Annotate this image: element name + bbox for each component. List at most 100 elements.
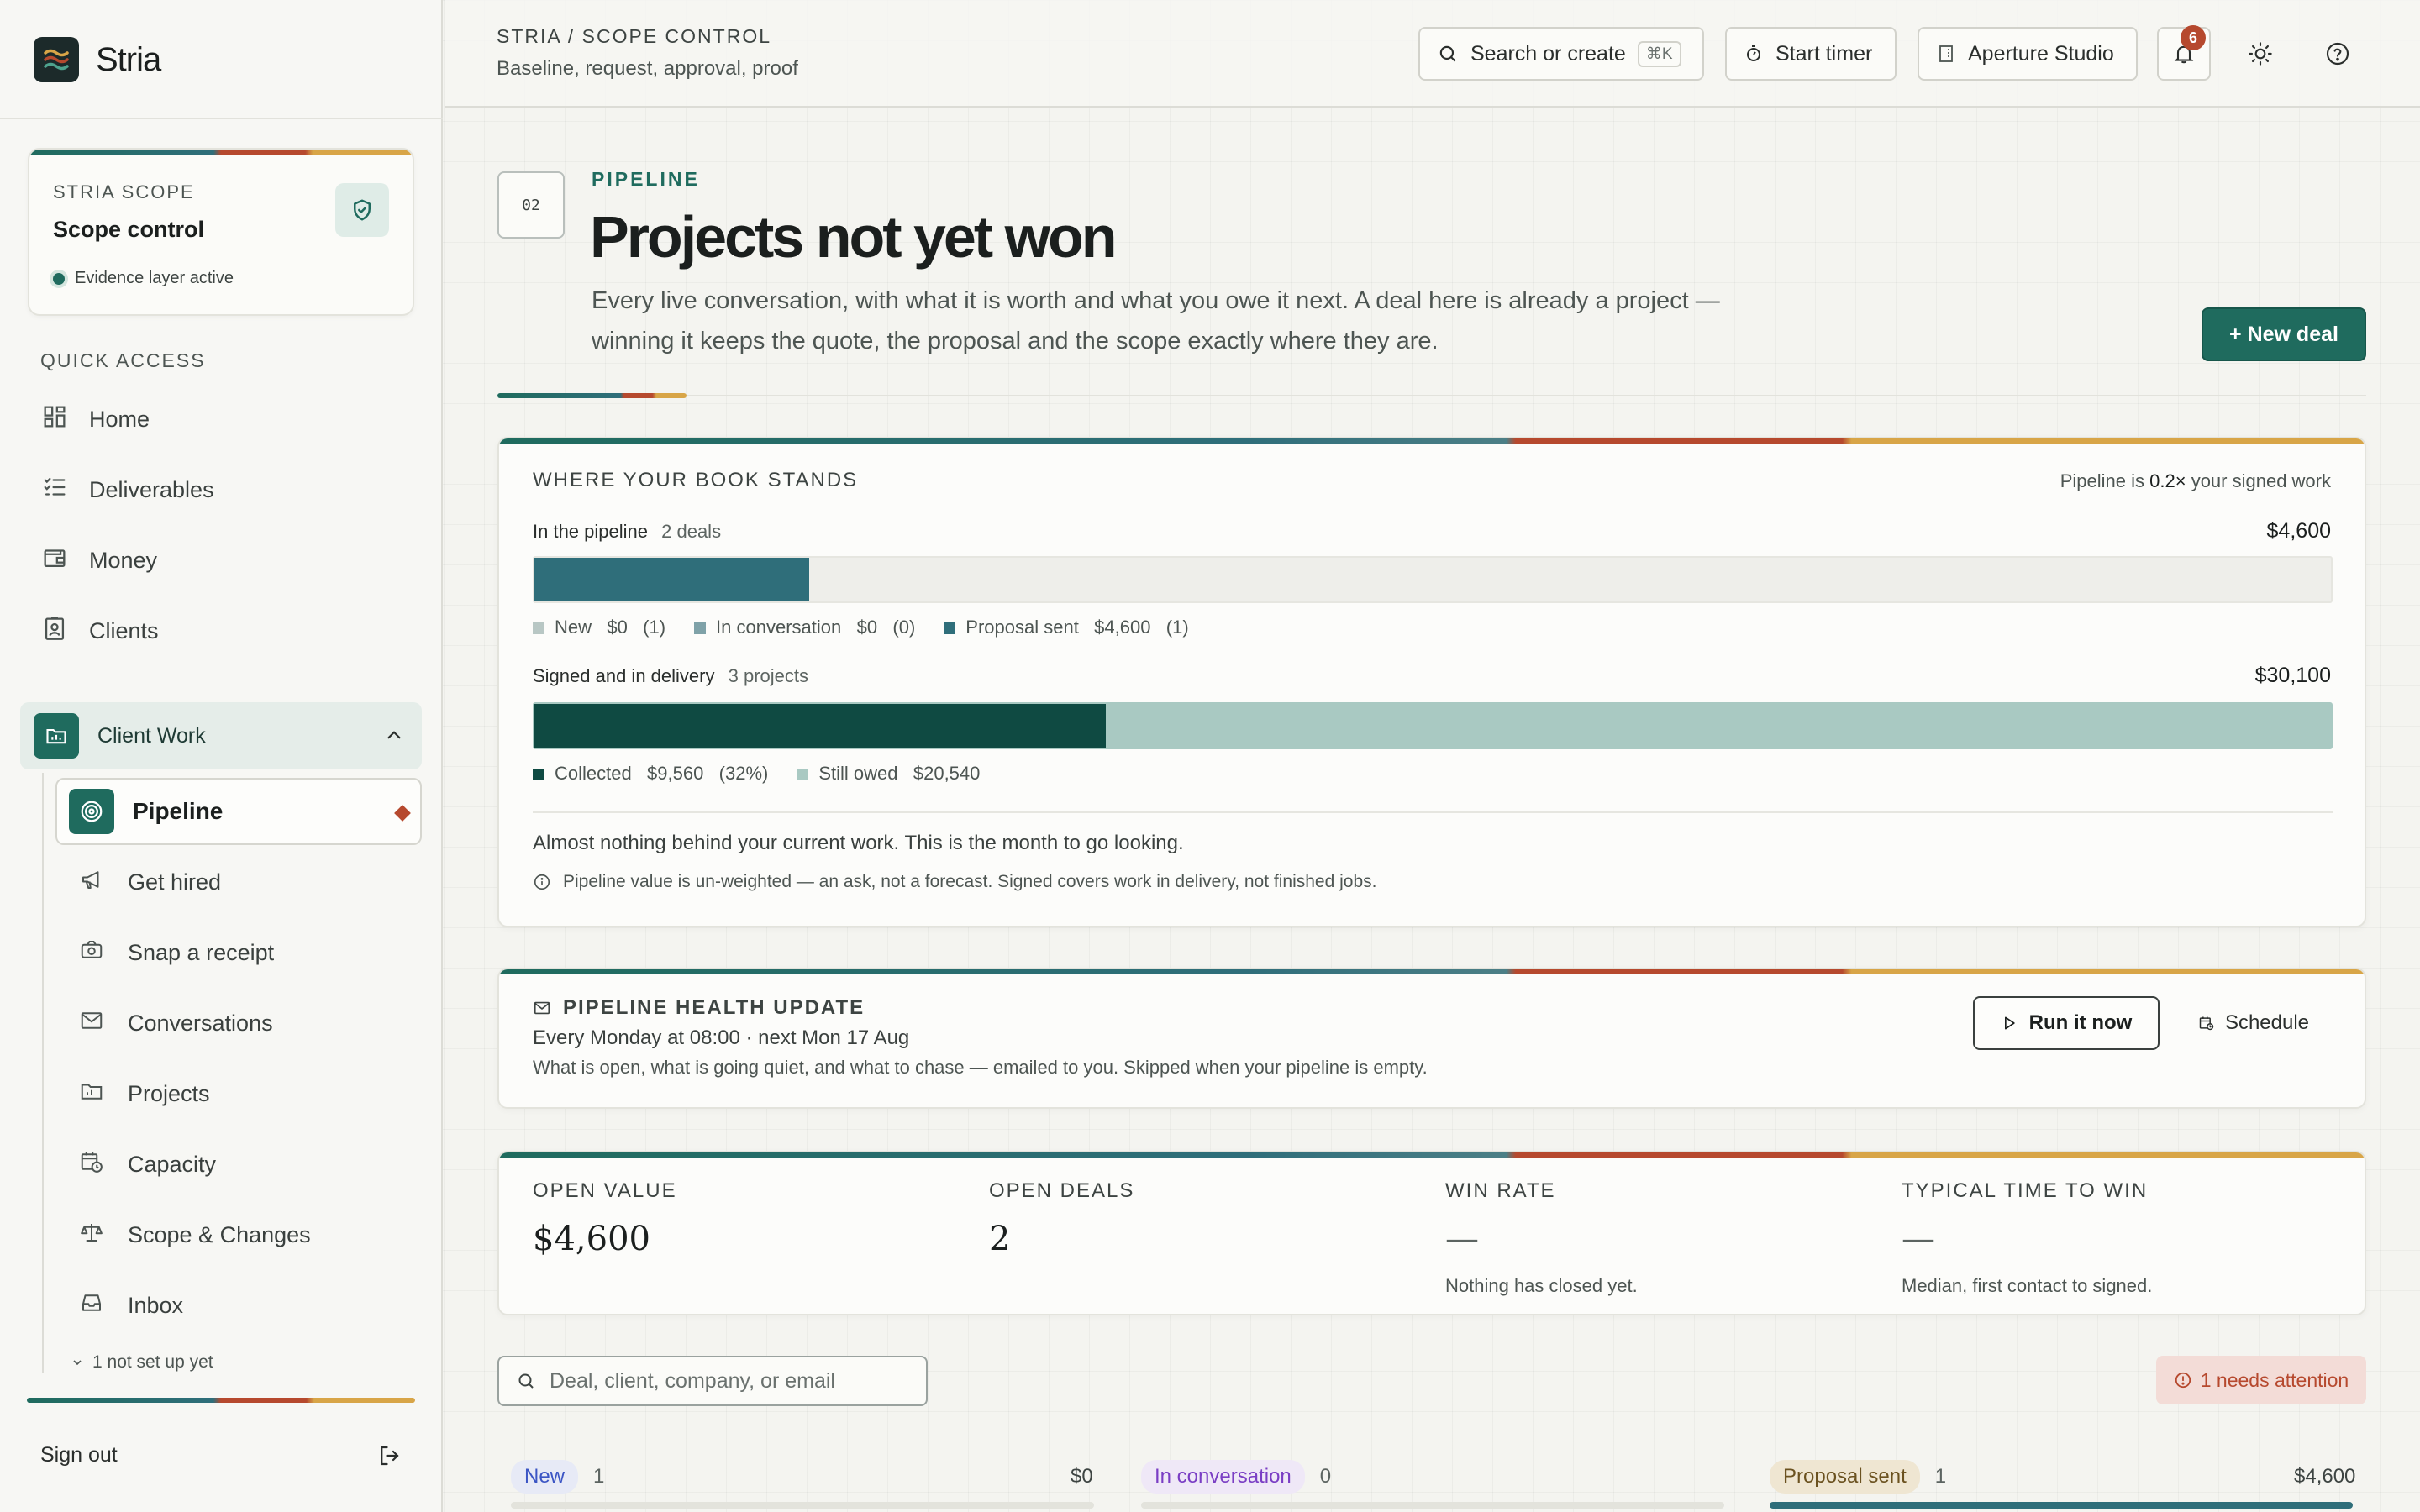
legend-swatch: [797, 769, 809, 780]
column-bar: [1141, 1502, 1724, 1509]
scope-status: Evidence layer active: [53, 269, 234, 288]
sidebar-item-snap-receipt[interactable]: Snap a receipt: [79, 932, 274, 973]
nav-item-home[interactable]: Home: [40, 399, 150, 439]
folder-chart-icon: [34, 713, 79, 759]
nav-item-money[interactable]: Money: [40, 540, 157, 580]
pipeline-legend-item: In conversation $0 (0): [694, 617, 915, 638]
new-deal-button[interactable]: + New deal: [2202, 307, 2366, 361]
ratio-value: 0.2×: [2149, 470, 2186, 491]
stat-value-open-value: $4,600: [533, 1220, 650, 1258]
brand-stripe: [27, 1398, 415, 1403]
inbox-icon: [79, 1290, 104, 1321]
column-count: 1: [1934, 1465, 1947, 1488]
mail-icon: [534, 1001, 550, 1015]
stopwatch-icon: [1747, 45, 1760, 61]
sidebar-item-label: Get hired: [128, 869, 222, 895]
not-set-up-toggle[interactable]: 1 not set up yet: [71, 1352, 213, 1373]
theme-toggle-button[interactable]: [2233, 27, 2287, 81]
help-button[interactable]: [2311, 27, 2365, 81]
deal-search-input[interactable]: Deal, client, company, or email: [497, 1356, 928, 1406]
run-now-button[interactable]: Run it now: [1973, 996, 2160, 1050]
nav-item-label: Home: [89, 406, 150, 432]
deal-search-placeholder: Deal, client, company, or email: [550, 1368, 835, 1393]
legend-text: New $0 (1): [555, 617, 666, 638]
legend-text: Collected $9,560 (32%): [555, 763, 769, 784]
pipeline-label: In the pipeline: [533, 521, 648, 542]
sun-icon: [2249, 42, 2272, 66]
sidebar-item-get-hired[interactable]: Get hired: [79, 862, 221, 902]
sidebar-item-pipeline[interactable]: Pipeline: [55, 778, 422, 845]
sign-out-button[interactable]: Sign out: [40, 1443, 118, 1467]
stat-note-win-rate: Nothing has closed yet.: [1445, 1275, 1638, 1296]
stat-label-win-rate: WIN RATE: [1445, 1179, 1556, 1202]
search-or-create-button[interactable]: Search or create ⌘K: [1418, 27, 1704, 81]
sidebar-item-projects[interactable]: Projects: [79, 1074, 210, 1114]
pipeline-stats-card: OPEN VALUE $4,600 OPEN DEALS 2 WIN RATE …: [497, 1151, 2366, 1315]
ratio-prefix: Pipeline is: [2060, 470, 2150, 491]
stat-note-time-to-win: Median, first contact to signed.: [1902, 1275, 2153, 1296]
column-header-proposal-sent[interactable]: Proposal sent 1: [1770, 1458, 1946, 1495]
megaphone-icon: [79, 867, 104, 898]
sidebar-item-label: Conversations: [128, 1010, 273, 1036]
attention-diamond-icon: [394, 805, 411, 822]
nav-item-deliverables[interactable]: Deliverables: [40, 470, 214, 510]
brand-stripe: [499, 438, 2365, 444]
chevron-up-icon[interactable]: [383, 724, 405, 750]
signed-legend: Collected $9,560 (32%) Still owed $20,540: [533, 763, 980, 785]
health-description: What is open, what is going quiet, and w…: [533, 1057, 1428, 1078]
brand[interactable]: Stria: [34, 37, 161, 82]
search-icon: [1439, 45, 1456, 62]
status-dot: [53, 272, 65, 285]
page-subtitle: Baseline, request, approval, proof: [497, 57, 798, 80]
column-count: 1: [593, 1465, 605, 1488]
brand-stripe: [499, 969, 2365, 974]
column-amount: $4,600: [2294, 1465, 2356, 1488]
scope-title: Scope control: [53, 217, 205, 242]
pipeline-health-card: PIPELINE HEALTH UPDATE Every Monday at 0…: [497, 968, 2366, 1109]
scope-card[interactable]: STRIA SCOPE Scope control Evidence layer…: [28, 148, 414, 316]
scale-icon: [79, 1220, 104, 1251]
target-icon: [69, 789, 114, 834]
schedule-label: Schedule: [2224, 1011, 2310, 1034]
tree-line: [42, 773, 44, 1373]
pipeline-row-label: In the pipeline 2 deals: [533, 521, 721, 543]
signed-label: Signed and in delivery: [533, 665, 715, 686]
nav-group-client-work[interactable]: Client Work: [20, 702, 422, 769]
nav-item-clients[interactable]: Clients: [40, 611, 159, 651]
scope-status-text: Evidence layer active: [75, 269, 234, 287]
notifications-button[interactable]: 6: [2157, 25, 2211, 81]
column-header-in-conversation[interactable]: In conversation 0: [1141, 1458, 1331, 1495]
info-icon: [534, 874, 550, 890]
shortcut-hint: ⌘K: [1637, 40, 1681, 67]
schedule-button[interactable]: Schedule: [2180, 996, 2328, 1050]
sidebar: Stria STRIA SCOPE Scope control Evidence…: [0, 0, 443, 1512]
column-count: 0: [1319, 1465, 1332, 1488]
pipeline-legend: New $0 (1) In conversation $0 (0) Proposal…: [533, 617, 1189, 638]
signed-row-label: Signed and in delivery 3 projects: [533, 665, 808, 687]
column-bar: [511, 1502, 1094, 1509]
card-title: WHERE YOUR BOOK STANDS: [533, 469, 859, 491]
ratio-suffix: your signed work: [2186, 470, 2331, 491]
start-timer-button[interactable]: Start timer: [1725, 27, 1897, 81]
signed-legend-item: Still owed $20,540: [797, 763, 980, 785]
collected-bar-fill: [534, 704, 1106, 748]
pipeline-bar: [533, 556, 2333, 603]
column-header-new[interactable]: New 1: [511, 1458, 604, 1495]
contact-badge-icon: [40, 614, 69, 648]
workspace-switcher[interactable]: Aperture Studio: [1918, 27, 2138, 81]
calendar-clock-icon: [79, 1149, 104, 1180]
stat-label-time-to-win: TYPICAL TIME TO WIN: [1902, 1179, 2149, 1202]
sidebar-item-scope-changes[interactable]: Scope & Changes: [79, 1215, 311, 1255]
signed-total: $30,100: [2254, 664, 2331, 687]
needs-attention-label: 1 needs attention: [2200, 1368, 2349, 1391]
sidebar-item-conversations[interactable]: Conversations: [79, 1003, 273, 1043]
divider: [687, 395, 2366, 396]
legend-text: Proposal sent $4,600 (1): [965, 617, 1189, 638]
sidebar-item-capacity[interactable]: Capacity: [79, 1144, 216, 1184]
breadcrumb[interactable]: STRIA / SCOPE CONTROL: [497, 25, 771, 48]
book-standing-card: WHERE YOUR BOOK STANDS Pipeline is 0.2× …: [497, 437, 2366, 927]
needs-attention-filter[interactable]: 1 needs attention: [2156, 1356, 2366, 1404]
logout-icon[interactable]: [376, 1443, 402, 1473]
sidebar-item-inbox[interactable]: Inbox: [79, 1285, 183, 1326]
health-schedule: Every Monday at 08:00 · next Mon 17 Aug: [533, 1026, 910, 1049]
